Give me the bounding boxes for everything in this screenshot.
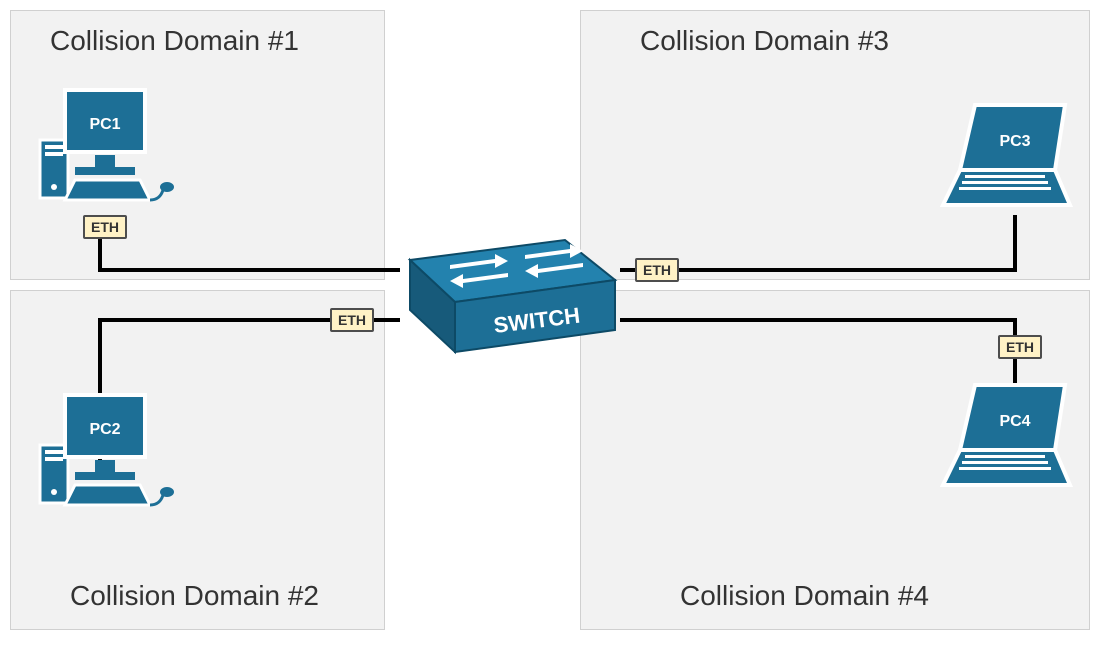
desktop-icon: PC1 [40,90,174,200]
laptop-icon: PC4 [943,385,1070,485]
laptop-icon: PC3 [943,105,1070,205]
pc1-device: PC1 [35,85,175,220]
pc2-label: PC2 [89,421,120,438]
domain-1-title: Collision Domain #1 [50,25,299,57]
desktop-icon: PC2 [40,395,174,505]
domain-3-title: Collision Domain #3 [640,25,889,57]
eth-label-3: ETH [635,258,679,282]
pc3-label: PC3 [999,133,1030,150]
pc2-device: PC2 [35,390,175,525]
pc3-device: PC3 [935,100,1075,225]
pc1-label: PC1 [89,116,120,133]
pc4-label: PC4 [999,413,1030,430]
eth-label-1: ETH [83,215,127,239]
eth-label-4: ETH [998,335,1042,359]
eth-label-2: ETH [330,308,374,332]
domain-2-title: Collision Domain #2 [70,580,319,612]
network-switch: SWITCH [390,210,620,365]
domain-4-title: Collision Domain #4 [680,580,929,612]
pc4-device: PC4 [935,380,1075,505]
